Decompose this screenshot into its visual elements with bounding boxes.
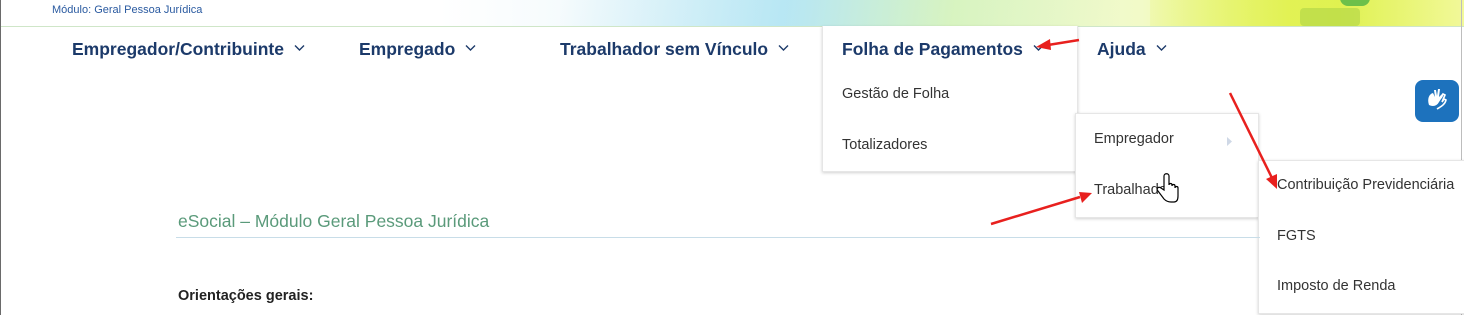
nav-item-label: Trabalhador sem Vínculo: [560, 38, 769, 59]
header-decoration: [1340, 0, 1370, 6]
menu-item-fgts[interactable]: FGTS: [1277, 228, 1316, 244]
menu-item-gestao-de-folha[interactable]: Gestão de Folha: [842, 86, 949, 102]
nav-empregador-contribuinte[interactable]: Empregador/Contribuinte: [72, 38, 305, 60]
chevron-down-icon: [1156, 44, 1167, 53]
nav-item-label: Empregador/Contribuinte: [72, 38, 284, 59]
page-frame: Módulo: Geral Pessoa Jurídica Empregador…: [0, 0, 1464, 315]
nav-ajuda[interactable]: Ajuda: [1097, 38, 1167, 60]
header-divider: [0, 26, 1464, 27]
header-banner: Módulo: Geral Pessoa Jurídica: [0, 0, 1464, 26]
menu-item-imposto-de-renda[interactable]: Imposto de Renda: [1277, 278, 1396, 294]
chevron-down-icon: [465, 44, 476, 53]
nav-item-label: Folha de Pagamentos: [842, 38, 1023, 59]
chevron-down-icon: [778, 44, 789, 53]
section-heading: Orientações gerais:: [178, 288, 314, 304]
header-decoration: [1300, 8, 1360, 26]
nav-item-label: Ajuda: [1097, 38, 1146, 59]
sign-language-hands-icon: [1423, 85, 1451, 118]
menu-item-totalizadores[interactable]: Totalizadores: [842, 137, 927, 153]
menu-item-empregador[interactable]: Empregador: [1094, 131, 1174, 147]
module-label: Módulo: Geral Pessoa Jurídica: [52, 4, 203, 16]
chevron-right-icon: [1226, 134, 1233, 152]
nav-folha-de-pagamentos[interactable]: Folha de Pagamentos: [842, 38, 1044, 60]
chevron-down-icon: [294, 44, 305, 53]
menu-item-trabalhador[interactable]: Trabalhador: [1094, 182, 1172, 198]
chevron-down-icon: [1033, 44, 1044, 53]
accessibility-button[interactable]: [1415, 80, 1459, 122]
nav-item-label: Empregado: [359, 38, 456, 59]
nav-trabalhador-sem-vinculo[interactable]: Trabalhador sem Vínculo: [560, 38, 789, 60]
menu-item-contribuicao-previdenciaria[interactable]: Contribuição Previdenciária: [1277, 177, 1454, 193]
nav-empregado[interactable]: Empregado: [359, 38, 476, 60]
header-decoration: [560, 0, 1120, 26]
totalizadores-submenu-panel: [1075, 113, 1259, 218]
page-title: eSocial – Módulo Geral Pessoa Jurídica: [178, 211, 490, 231]
title-underline: [176, 237, 1260, 238]
window-border-left: [0, 0, 1, 315]
